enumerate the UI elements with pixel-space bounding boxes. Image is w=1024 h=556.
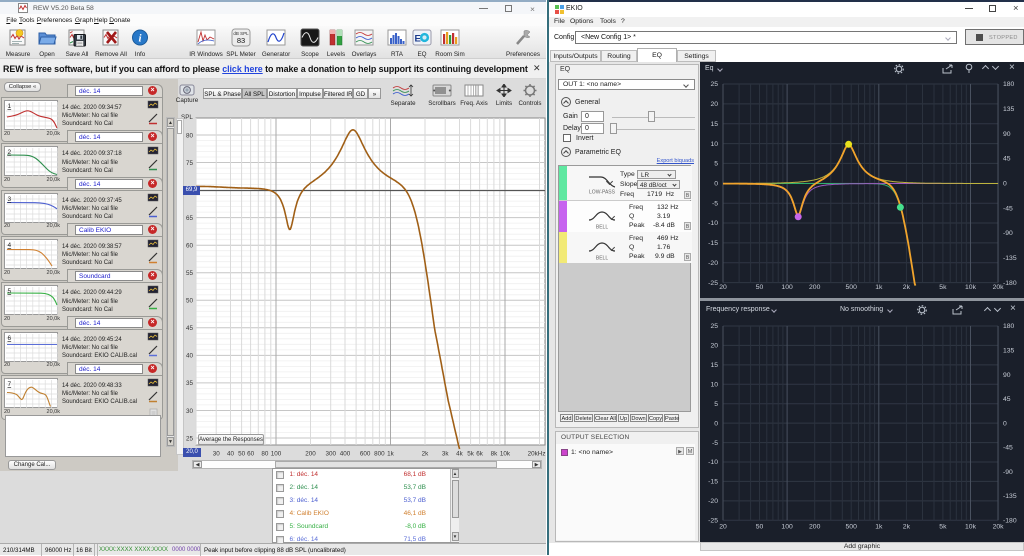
- svg-text:-135: -135: [1003, 255, 1017, 262]
- svg-text:90: 90: [1003, 372, 1011, 379]
- svg-text:5k: 5k: [939, 284, 947, 291]
- svg-text:1k: 1k: [875, 284, 883, 291]
- svg-text:-135: -135: [1003, 493, 1017, 500]
- svg-text:10: 10: [710, 141, 718, 148]
- svg-text:90: 90: [1003, 131, 1011, 138]
- svg-text:100: 100: [781, 524, 793, 531]
- svg-text:5: 5: [714, 161, 718, 168]
- svg-text:5: 5: [714, 401, 718, 408]
- svg-text:-10: -10: [708, 220, 718, 227]
- svg-text:-180: -180: [1003, 518, 1017, 525]
- svg-text:20: 20: [710, 101, 718, 108]
- svg-text:15: 15: [710, 362, 718, 369]
- svg-text:200: 200: [809, 524, 821, 531]
- svg-text:135: 135: [1003, 106, 1015, 113]
- svg-text:20: 20: [719, 524, 727, 531]
- svg-text:20k: 20k: [993, 284, 1005, 291]
- svg-text:0: 0: [1003, 420, 1007, 427]
- svg-text:-45: -45: [1003, 445, 1013, 452]
- svg-text:15: 15: [710, 121, 718, 128]
- svg-text:-10: -10: [708, 459, 718, 466]
- svg-text:-5: -5: [712, 440, 718, 447]
- svg-text:45: 45: [1003, 396, 1011, 403]
- svg-text:10: 10: [710, 382, 718, 389]
- svg-text:200: 200: [809, 284, 821, 291]
- svg-text:-15: -15: [708, 479, 718, 486]
- svg-text:135: 135: [1003, 348, 1015, 355]
- svg-text:2k: 2k: [903, 524, 911, 531]
- svg-text:-25: -25: [708, 280, 718, 287]
- svg-text:180: 180: [1003, 323, 1015, 330]
- svg-text:0: 0: [714, 181, 718, 188]
- svg-text:500: 500: [846, 524, 858, 531]
- svg-text:-180: -180: [1003, 280, 1017, 287]
- svg-text:10k: 10k: [965, 524, 977, 531]
- svg-text:-45: -45: [1003, 205, 1013, 212]
- svg-text:-25: -25: [708, 518, 718, 525]
- svg-text:-90: -90: [1003, 469, 1013, 476]
- svg-text:10k: 10k: [965, 284, 977, 291]
- svg-text:45: 45: [1003, 156, 1011, 163]
- svg-text:-15: -15: [708, 240, 718, 247]
- svg-text:180: 180: [1003, 81, 1015, 88]
- svg-text:100: 100: [781, 284, 793, 291]
- svg-text:0: 0: [714, 420, 718, 427]
- svg-text:-5: -5: [712, 200, 718, 207]
- svg-text:25: 25: [710, 81, 718, 88]
- svg-text:50: 50: [756, 524, 764, 531]
- svg-text:20: 20: [719, 284, 727, 291]
- svg-text:500: 500: [846, 284, 858, 291]
- svg-text:20k: 20k: [993, 524, 1005, 531]
- svg-text:-90: -90: [1003, 230, 1013, 237]
- svg-text:20: 20: [710, 343, 718, 350]
- svg-text:5k: 5k: [939, 524, 947, 531]
- svg-text:50: 50: [756, 284, 764, 291]
- svg-text:-20: -20: [708, 498, 718, 505]
- svg-text:2k: 2k: [903, 284, 911, 291]
- svg-text:1k: 1k: [875, 524, 883, 531]
- svg-text:-20: -20: [708, 260, 718, 267]
- svg-text:25: 25: [710, 323, 718, 330]
- svg-text:0: 0: [1003, 181, 1007, 188]
